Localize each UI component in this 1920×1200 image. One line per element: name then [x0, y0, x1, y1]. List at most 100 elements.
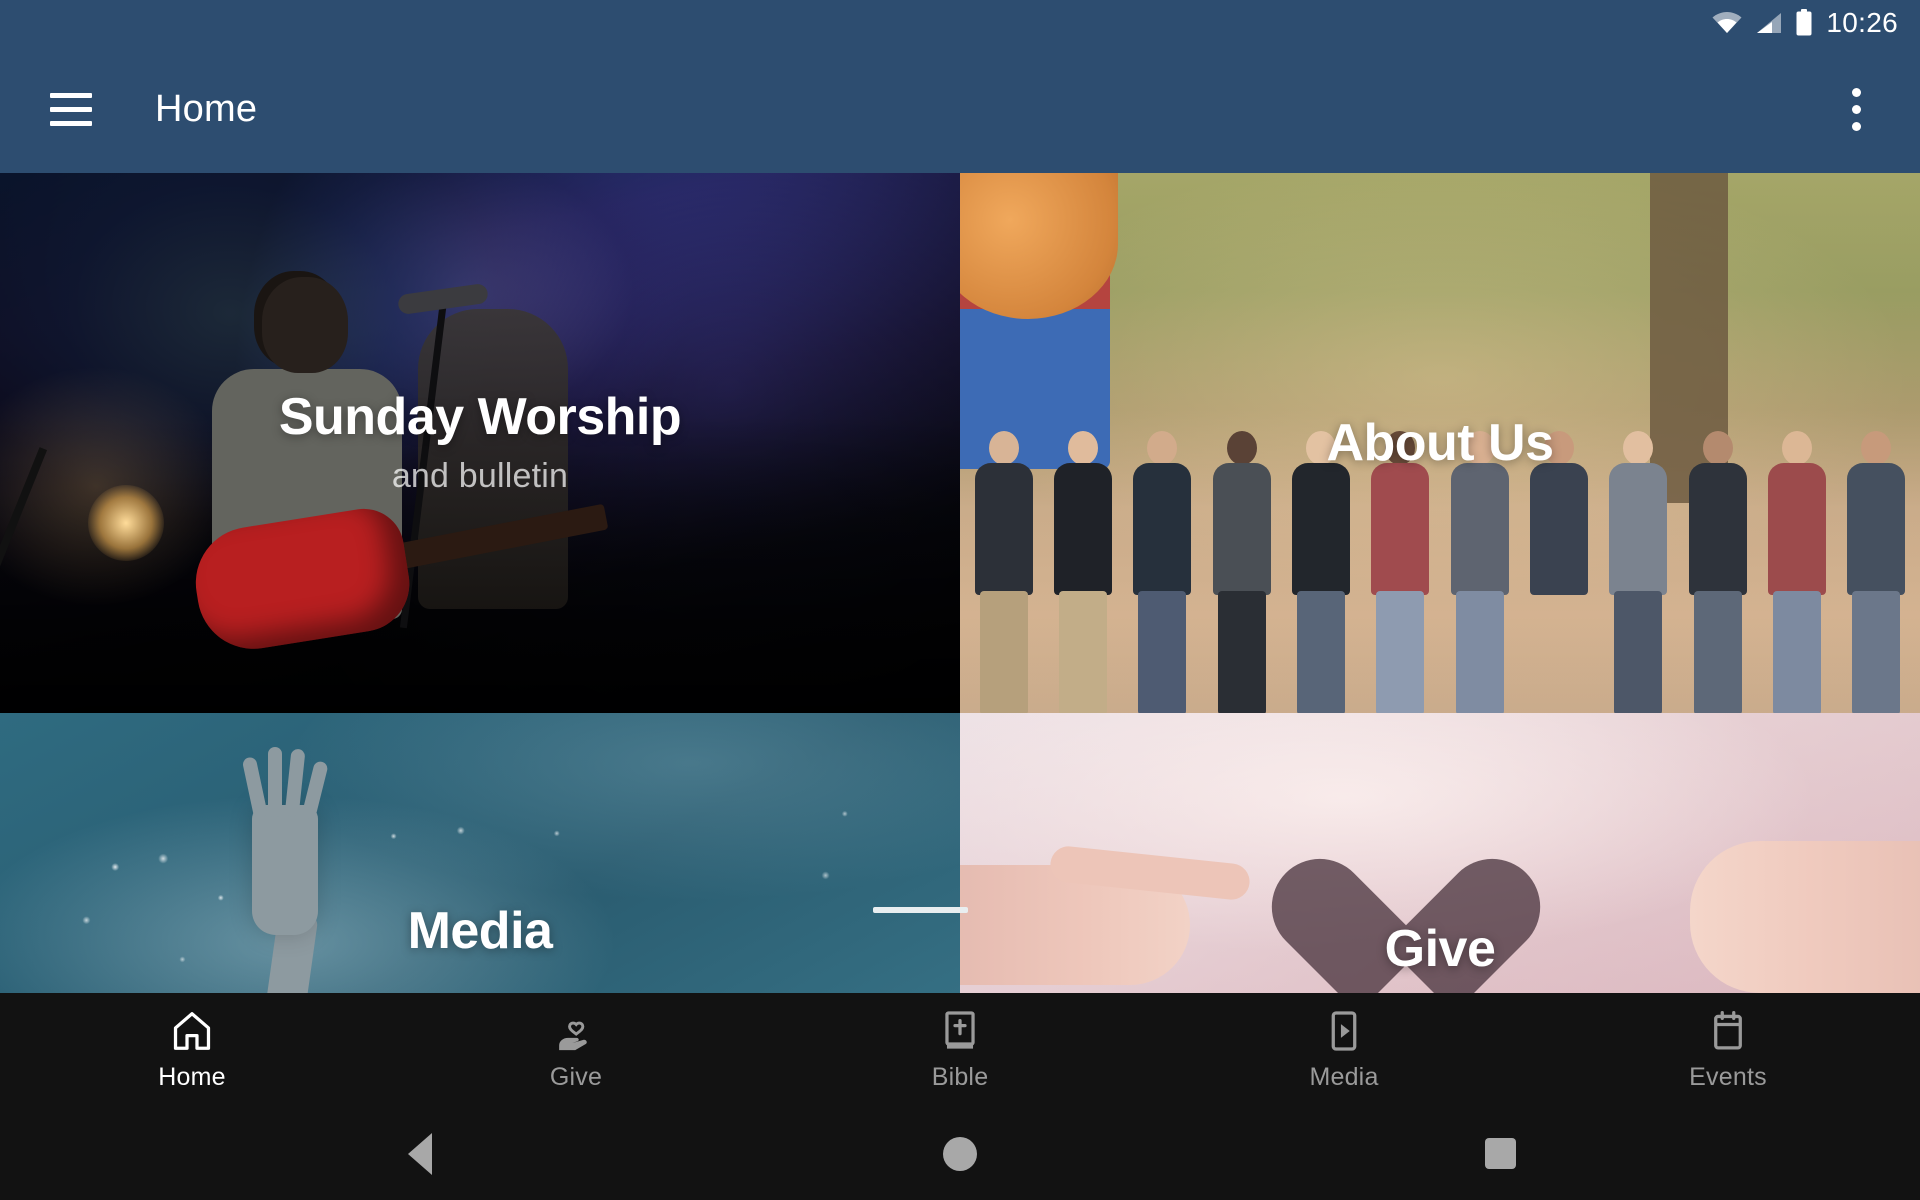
crowd-person: [1601, 425, 1676, 713]
tab-bible[interactable]: Bible: [768, 993, 1152, 1107]
person-body: [1133, 463, 1192, 595]
crowd-person: [1125, 425, 1200, 713]
person-head: [1067, 431, 1098, 465]
tile-label-group: About Us: [1326, 413, 1554, 472]
tile-subtitle: and bulletin: [391, 456, 569, 495]
system-home-button[interactable]: [850, 1107, 1070, 1200]
person-legs: [1376, 591, 1425, 713]
overflow-dot: [1851, 121, 1861, 131]
tab-label: Give: [549, 1063, 603, 1091]
hand-finger: [268, 747, 282, 817]
tab-give[interactable]: Give: [384, 993, 768, 1107]
person-head: [1781, 431, 1812, 465]
tile-label-group: Give: [1385, 922, 1496, 977]
right-hand: [1690, 841, 1920, 993]
person-legs: [1058, 591, 1107, 713]
singer-head: [262, 277, 348, 373]
status-bar: 10:26: [0, 0, 1920, 45]
tile-title: Media: [407, 901, 553, 960]
tab-label: Events: [1689, 1063, 1767, 1091]
overflow-dot: [1851, 87, 1861, 97]
person-head: [1861, 431, 1892, 465]
status-bar-clock: 10:26: [1826, 6, 1898, 38]
media-play-icon: [1331, 1011, 1357, 1051]
hamburger-bar: [50, 106, 92, 112]
person-legs: [1455, 591, 1504, 713]
hand-finger: [241, 756, 269, 820]
tile-title: About Us: [1326, 413, 1554, 472]
person-legs: [1852, 591, 1901, 713]
android-system-nav: [0, 1107, 1920, 1200]
hamburger-bar: [50, 120, 92, 126]
tile-about-us[interactable]: About Us: [960, 173, 1920, 713]
tab-media[interactable]: Media: [1152, 993, 1536, 1107]
home-icon: [173, 1012, 211, 1050]
tile-label-group: Sunday Worship and bulletin: [278, 388, 682, 496]
person-legs: [979, 591, 1028, 713]
person-legs: [1217, 591, 1266, 713]
person-legs: [1296, 591, 1345, 713]
cellular-signal-icon: [1757, 12, 1782, 33]
person-legs: [1772, 591, 1821, 713]
person-body: [1688, 463, 1747, 595]
system-recents-button[interactable]: [1390, 1107, 1610, 1200]
battery-icon: [1796, 8, 1812, 35]
person-head: [1702, 431, 1733, 465]
tab-events[interactable]: Events: [1536, 993, 1920, 1107]
tab-home[interactable]: Home: [0, 993, 384, 1107]
person-body: [1767, 463, 1826, 595]
calendar-icon: [1714, 1010, 1742, 1050]
give-heart-hand-icon: [559, 1021, 587, 1051]
tile-sunday-worship[interactable]: Sunday Worship and bulletin: [0, 173, 960, 713]
person-body: [974, 463, 1033, 595]
person-head: [988, 431, 1019, 465]
back-triangle-icon: [408, 1132, 432, 1175]
person-legs: [1138, 591, 1187, 713]
crowd-person: [1680, 425, 1755, 713]
crowd-person: [1204, 425, 1279, 713]
person-legs: [1614, 591, 1663, 713]
person-legs: [1693, 591, 1742, 713]
app-screen: 10:26 Home Sunday Worship and bulletin A…: [0, 0, 1920, 1200]
person-body: [1609, 463, 1668, 595]
bible-book-icon: [945, 1011, 975, 1049]
tile-give[interactable]: Give: [960, 713, 1920, 993]
status-icon-group: [1711, 8, 1813, 37]
person-body: [1847, 463, 1906, 595]
home-circle-icon: [943, 1136, 977, 1171]
tile-title: Give: [1384, 919, 1496, 978]
person-body: [1529, 463, 1588, 595]
person-body: [1450, 463, 1509, 595]
home-tile-grid: Sunday Worship and bulletin About Us Med…: [0, 173, 1920, 993]
system-back-button[interactable]: [310, 1107, 530, 1200]
person-head: [1226, 431, 1257, 465]
bottom-tab-bar: Home Give Bible Media Events: [0, 993, 1920, 1107]
hamburger-bar: [50, 92, 92, 98]
tab-label: Media: [1309, 1063, 1379, 1091]
person-body: [1291, 463, 1350, 595]
person-head: [1623, 431, 1654, 465]
crowd-person: [1759, 425, 1834, 713]
recents-square-icon: [1484, 1138, 1516, 1169]
tab-label: Bible: [931, 1063, 989, 1091]
crowd-person: [966, 425, 1041, 713]
tile-title: Sunday Worship: [278, 388, 682, 447]
overflow-dot: [1851, 104, 1861, 114]
page-title: Home: [155, 87, 258, 130]
person-body: [1212, 463, 1271, 595]
media-progress-indicator: [873, 907, 968, 913]
tile-label-group: Media: [408, 904, 553, 959]
tile-media[interactable]: Media: [0, 713, 960, 993]
hamburger-menu-icon[interactable]: [38, 76, 104, 142]
wifi-icon: [1712, 11, 1742, 33]
hand-finger: [301, 760, 329, 820]
raised-hand-palm: [252, 805, 318, 935]
guitar-neck-prop: [0, 447, 48, 645]
person-legs: [1535, 591, 1583, 713]
more-vertical-icon[interactable]: [1828, 74, 1884, 144]
person-head: [1147, 431, 1178, 465]
app-bar: Home: [0, 45, 1920, 173]
stage-light-glow: [88, 485, 164, 561]
crowd-person: [1839, 425, 1914, 713]
person-body: [1053, 463, 1112, 595]
